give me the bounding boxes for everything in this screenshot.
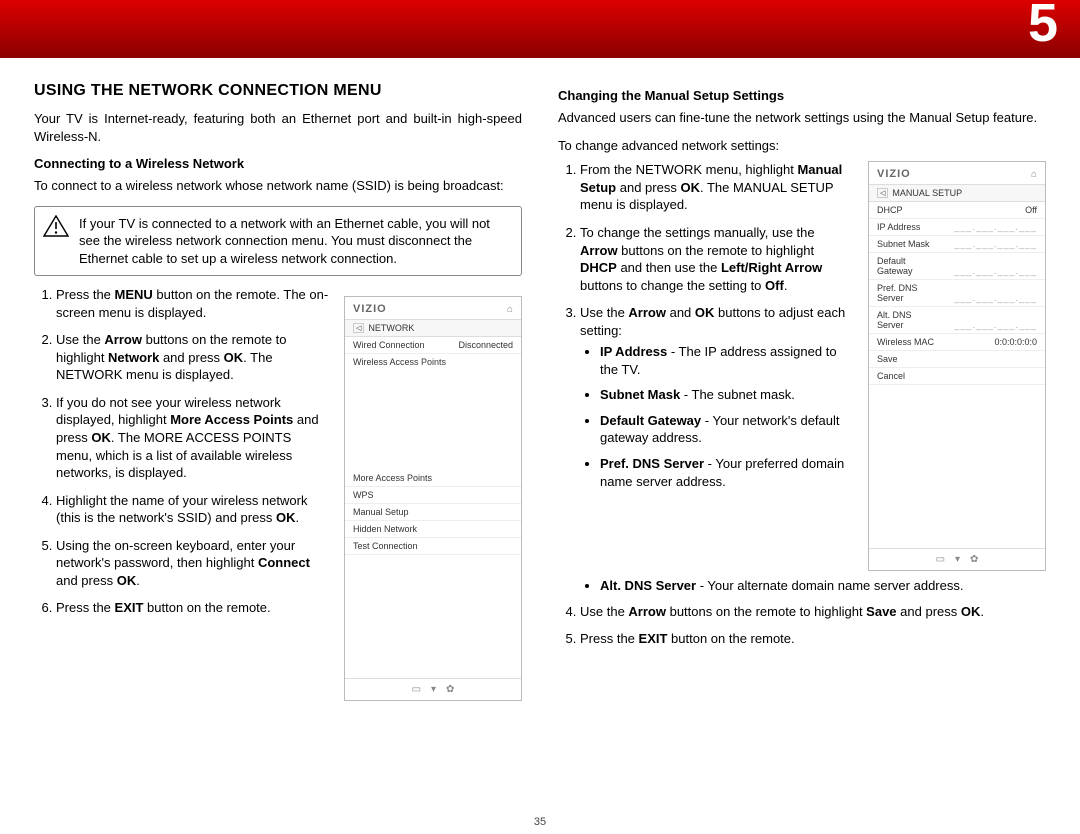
table-row: IP Address___.___.___.___	[869, 219, 1045, 236]
table-row: Wireless MAC0:0:0:0:0:0	[869, 334, 1045, 351]
back-icon: ◁	[353, 323, 364, 333]
table-row: Pref. DNSServer___.___.___.___	[869, 280, 1045, 307]
wireless-intro: To connect to a wireless network whose n…	[34, 177, 522, 195]
menu-footer-icons: ▭ ▾ ✿	[869, 548, 1045, 570]
list-item: Press the EXIT button on the remote.	[580, 630, 1046, 648]
breadcrumb: NETWORK	[368, 323, 414, 333]
manual-setup-menu-screenshot: VIZIO ⌂ ◁ MANUAL SETUP DHCPOff IP Addres…	[868, 161, 1046, 571]
wide-icon: ▭	[412, 684, 421, 695]
page-body: USING THE NETWORK CONNECTION MENU Your T…	[34, 82, 1046, 824]
warning-icon	[43, 215, 69, 268]
manual-lead: To change advanced network settings:	[558, 137, 1046, 155]
breadcrumb: MANUAL SETUP	[892, 188, 962, 198]
warning-text: If your TV is connected to a network wit…	[79, 215, 511, 268]
list-item: Subnet Mask - The subnet mask.	[600, 386, 854, 404]
list-item: If you do not see your wireless network …	[56, 394, 330, 482]
page-number: 35	[0, 816, 1080, 828]
table-row: Wired ConnectionDisconnected	[345, 337, 521, 354]
list-item: IP Address - The IP address assigned to …	[600, 343, 854, 378]
back-icon: ◁	[877, 188, 888, 198]
wide-icon: ▭	[936, 554, 945, 565]
steps-list-right: From the NETWORK menu, highlight Manual …	[558, 161, 854, 490]
table-row: Hidden Network	[345, 521, 521, 538]
table-row: DHCPOff	[869, 202, 1045, 219]
table-row: Manual Setup	[345, 504, 521, 521]
right-column: Changing the Manual Setup Settings Advan…	[558, 82, 1046, 824]
list-item: Use the Arrow and OK buttons to adjust e…	[580, 304, 854, 490]
list-item: Using the on-screen keyboard, enter your…	[56, 537, 330, 590]
list-item: To change the settings manually, use the…	[580, 224, 854, 294]
list-item: Default Gateway - Your network's default…	[600, 412, 854, 447]
table-row: More Access Points	[345, 470, 521, 487]
steps-list-left: Press the MENU button on the remote. The…	[34, 286, 330, 617]
home-icon: ⌂	[507, 304, 513, 315]
gear-icon: ✿	[446, 684, 454, 695]
list-item: Use the Arrow buttons on the remote to h…	[580, 603, 1046, 621]
table-row: WPS	[345, 487, 521, 504]
list-item: Press the EXIT button on the remote.	[56, 599, 330, 617]
table-row: Save	[869, 351, 1045, 368]
chevron-down-icon: ▾	[955, 554, 960, 565]
gear-icon: ✿	[970, 554, 978, 565]
manual-intro: Advanced users can fine-tune the network…	[558, 109, 1046, 127]
table-row: Cancel	[869, 368, 1045, 385]
subhead-manual: Changing the Manual Setup Settings	[558, 88, 1046, 103]
menu-footer-icons: ▭ ▾ ✿	[345, 678, 521, 700]
vizio-logo: VIZIO	[353, 303, 387, 315]
list-item: Use the Arrow buttons on the remote to h…	[56, 331, 330, 384]
vizio-logo: VIZIO	[877, 168, 911, 180]
list-item: Alt. DNS Server - Your alternate domain …	[600, 577, 1046, 595]
table-row: Wireless Access Points	[345, 354, 521, 370]
section-title: USING THE NETWORK CONNECTION MENU	[34, 82, 522, 100]
subhead-wireless: Connecting to a Wireless Network	[34, 156, 522, 171]
table-row: DefaultGateway___.___.___.___	[869, 253, 1045, 280]
home-icon: ⌂	[1031, 169, 1037, 180]
list-item: Press the MENU button on the remote. The…	[56, 286, 330, 321]
list-item: Highlight the name of your wireless netw…	[56, 492, 330, 527]
intro-para: Your TV is Internet-ready, featuring bot…	[34, 110, 522, 146]
chapter-banner: 5	[0, 0, 1080, 58]
chapter-number: 5	[1028, 0, 1058, 54]
left-column: USING THE NETWORK CONNECTION MENU Your T…	[34, 82, 522, 824]
list-item: From the NETWORK menu, highlight Manual …	[580, 161, 854, 214]
chevron-down-icon: ▾	[431, 684, 436, 695]
warning-box: If your TV is connected to a network wit…	[34, 206, 522, 277]
table-row: Test Connection	[345, 538, 521, 555]
network-menu-screenshot: VIZIO ⌂ ◁ NETWORK Wired ConnectionDiscon…	[344, 296, 522, 701]
list-item: Pref. DNS Server - Your preferred domain…	[600, 455, 854, 490]
table-row: Alt. DNSServer___.___.___.___	[869, 307, 1045, 334]
table-row: Subnet Mask___.___.___.___	[869, 236, 1045, 253]
